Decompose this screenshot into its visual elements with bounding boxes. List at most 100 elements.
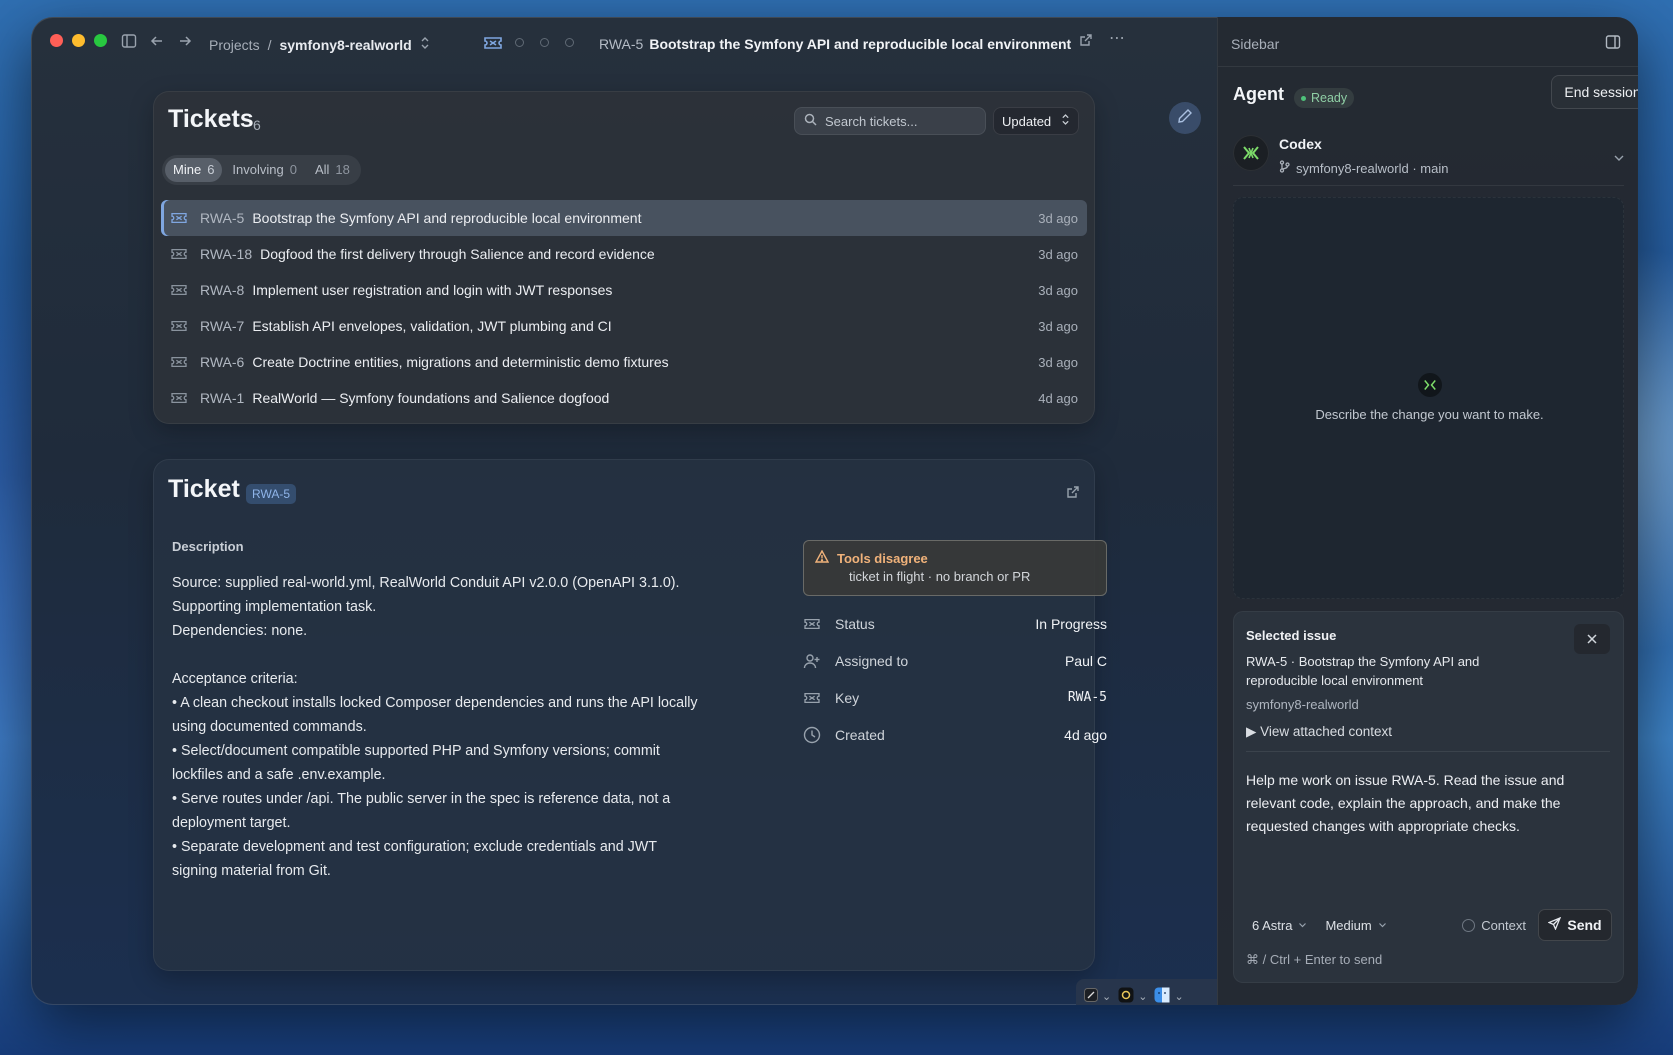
ticket-key: RWA-8 xyxy=(200,282,245,298)
filter-count: 6 xyxy=(207,162,215,177)
sidebar-title: Sidebar xyxy=(1231,36,1280,52)
ticket-row[interactable]: RWA-18 Dogfood the first delivery throug… xyxy=(161,236,1087,272)
sidebar-panel-toggle-icon[interactable] xyxy=(1605,34,1621,55)
ticket-icon xyxy=(803,617,833,631)
breadcrumb-repo[interactable]: symfony8-realworld xyxy=(279,37,411,53)
filter-tab-all[interactable]: All 18 xyxy=(307,158,358,182)
forward-arrow-icon[interactable] xyxy=(177,33,193,54)
ticket-title: Implement user registration and login wi… xyxy=(252,282,613,298)
sort-label: Updated xyxy=(1002,113,1052,129)
filter-tab-involving[interactable]: Involving 0 xyxy=(224,158,305,182)
ticket-icon[interactable] xyxy=(483,35,503,56)
ticket-row[interactable]: RWA-6 Create Doctrine entities, migratio… xyxy=(161,344,1087,380)
ticket-updated: 3d ago xyxy=(1038,210,1078,226)
divider xyxy=(1218,66,1638,67)
ticket-key-badge: RWA-5 xyxy=(246,484,297,504)
ticket-filter-tabs: Mine 6 Involving 0 All 18 xyxy=(162,155,361,185)
codex-avatar-icon xyxy=(1233,135,1269,171)
filter-tab-mine[interactable]: Mine 6 xyxy=(165,158,223,182)
created-value: 4d ago xyxy=(1064,726,1107,743)
tickets-panel: Tickets 6 Updated Mine 6 Involving 0 All 18 xyxy=(153,91,1095,424)
ticket-title: Create Doctrine entities, migrations and… xyxy=(252,354,669,370)
model-label: 6 Astra xyxy=(1252,917,1293,933)
finder-app-icon xyxy=(1154,987,1170,1006)
main-pane: Projects / symfony8-realworld RWA-5 Boots… xyxy=(31,17,1226,1005)
clear-issue-button[interactable] xyxy=(1574,624,1610,654)
ticket-icon xyxy=(170,211,192,225)
codex-logo-icon xyxy=(1417,373,1442,397)
agent-app-switcher[interactable]: ⌄ xyxy=(1118,987,1147,1006)
sidebar-toggle-icon[interactable] xyxy=(121,33,137,54)
bottom-toolbar: ⌄ ⌄ ⌄ xyxy=(1076,979,1226,1005)
edit-pencil-button[interactable] xyxy=(1169,102,1201,134)
property-key: Key RWA-5 xyxy=(803,679,1107,716)
created-label: Created xyxy=(835,726,885,743)
send-button[interactable]: Send xyxy=(1538,909,1612,941)
send-label: Send xyxy=(1567,917,1602,933)
message-input[interactable]: Help me work on issue RWA-5. Read the is… xyxy=(1246,769,1612,838)
send-icon xyxy=(1547,916,1562,933)
end-session-button[interactable]: End session xyxy=(1551,75,1638,109)
sort-select[interactable]: Updated xyxy=(993,107,1079,135)
app-window: Projects / symfony8-realworld RWA-5 Boots… xyxy=(31,17,1638,1005)
finder-app-switcher[interactable]: ⌄ xyxy=(1154,987,1184,1006)
ticket-detail-panel: Ticket RWA-5 Description Source: supplie… xyxy=(153,459,1107,971)
ticket-title: Establish API envelopes, validation, JWT… xyxy=(252,318,612,334)
ticket-row[interactable]: RWA-1 RealWorld — Symfony foundations an… xyxy=(161,380,1087,416)
ticket-detail-title: Ticket xyxy=(168,475,240,503)
ticket-row[interactable]: RWA-7 Establish API envelopes, validatio… xyxy=(161,308,1087,344)
ticket-icon xyxy=(803,691,833,705)
search-input[interactable] xyxy=(825,113,975,129)
ticket-updated: 3d ago xyxy=(1038,318,1078,334)
composer-panel: Selected issue RWA-5 · Bootstrap the Sym… xyxy=(1233,611,1624,983)
context-button[interactable]: Context xyxy=(1462,918,1526,933)
clock-icon xyxy=(803,726,833,744)
model-select[interactable]: 6 Astra xyxy=(1246,918,1313,933)
view-context-label: View attached context xyxy=(1260,724,1392,739)
ticket-key: RWA-5 xyxy=(200,210,245,226)
chat-empty-state: Describe the change you want to make. xyxy=(1234,373,1625,422)
breadcrumb-separator: / xyxy=(267,36,272,53)
editor-app-switcher[interactable]: ⌄ xyxy=(1084,987,1112,1005)
titlebar-ticket: RWA-5 Bootstrap the Symfony API and repro… xyxy=(599,36,1071,52)
status-value[interactable]: In Progress xyxy=(1035,616,1107,632)
view-context-toggle[interactable]: ▶ View attached context xyxy=(1246,724,1392,740)
sort-chevron-icon xyxy=(1061,113,1070,129)
ticket-icon xyxy=(170,247,192,261)
tickets-title: Tickets xyxy=(168,105,254,133)
window-controls xyxy=(50,34,107,47)
selected-issue-title: Selected issue xyxy=(1246,628,1337,643)
chevron-down-icon: ⌄ xyxy=(1102,990,1112,1003)
minimize-window-button[interactable] xyxy=(72,34,85,47)
filter-label: Involving xyxy=(232,162,284,177)
selected-issue-repo: symfony8-realworld xyxy=(1246,697,1359,712)
progress-dot xyxy=(515,38,524,47)
status-label: Status xyxy=(835,615,875,632)
filter-count: 18 xyxy=(335,162,350,177)
context-label: Context xyxy=(1481,917,1526,933)
ticket-search[interactable] xyxy=(794,107,986,135)
property-assigned: Assigned to Paul C xyxy=(803,642,1107,679)
open-external-icon[interactable] xyxy=(1079,33,1093,52)
assigned-value[interactable]: Paul C xyxy=(1065,653,1107,669)
property-created: Created 4d ago xyxy=(803,716,1107,753)
empty-prompt: Describe the change you want to make. xyxy=(1315,407,1544,422)
agent-sidebar: Sidebar Agent Ready End session Codex sy… xyxy=(1217,17,1638,1005)
repo-switcher-chevron-icon[interactable] xyxy=(420,36,430,53)
property-status: Status In Progress xyxy=(803,605,1107,642)
close-window-button[interactable] xyxy=(50,34,63,47)
zoom-window-button[interactable] xyxy=(94,34,107,47)
ticket-row[interactable]: RWA-8 Implement user registration and lo… xyxy=(161,272,1087,308)
agent-selector[interactable]: Codex symfony8-realworld · main xyxy=(1233,127,1625,187)
breadcrumb-projects[interactable]: Projects xyxy=(209,37,260,53)
ticket-description: Source: supplied real-world.yml, RealWor… xyxy=(172,575,698,879)
warning-icon xyxy=(814,549,830,566)
add-person-icon xyxy=(803,653,833,669)
back-arrow-icon[interactable] xyxy=(149,33,165,54)
ticket-row[interactable]: RWA-5 Bootstrap the Symfony API and repr… xyxy=(161,200,1087,236)
more-icon[interactable]: ⋯ xyxy=(1109,30,1125,48)
effort-select[interactable]: Medium xyxy=(1319,918,1392,933)
ticket-icon xyxy=(170,355,192,369)
open-external-icon[interactable] xyxy=(1066,485,1080,504)
ticket-key: RWA-6 xyxy=(200,354,245,370)
